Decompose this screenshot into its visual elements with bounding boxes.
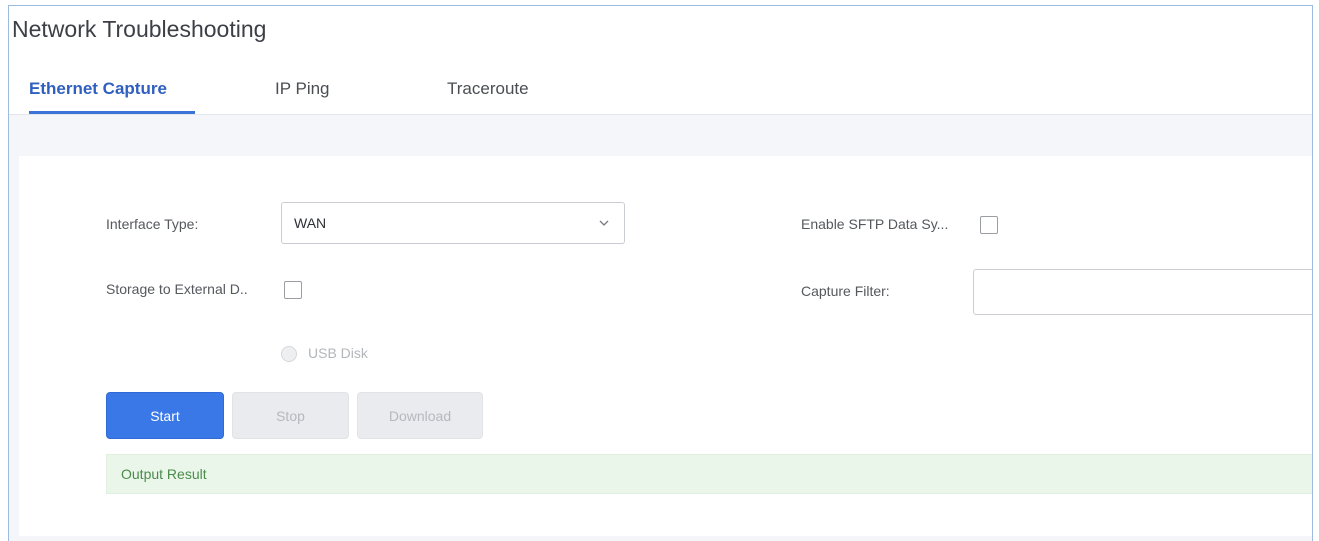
capture-filter-label: Capture Filter: bbox=[801, 283, 890, 299]
tab-ip-ping[interactable]: IP Ping bbox=[275, 79, 330, 99]
page-title: Network Troubleshooting bbox=[12, 16, 267, 42]
tab-traceroute[interactable]: Traceroute bbox=[447, 79, 529, 99]
output-result-label: Output Result bbox=[121, 466, 207, 482]
interface-type-select[interactable]: WAN bbox=[281, 202, 625, 244]
chevron-down-icon bbox=[599, 220, 609, 226]
stop-button[interactable]: Stop bbox=[232, 392, 349, 439]
tab-ethernet-capture[interactable]: Ethernet Capture bbox=[29, 79, 167, 99]
storage-external-label: Storage to External D.. bbox=[106, 281, 248, 297]
capture-filter-input[interactable] bbox=[973, 269, 1312, 315]
interface-type-value: WAN bbox=[294, 215, 327, 231]
active-tab-indicator bbox=[29, 111, 195, 114]
output-result-box: Output Result bbox=[106, 454, 1312, 494]
app-frame: Network Troubleshooting Ethernet Capture… bbox=[8, 5, 1313, 541]
interface-type-label: Interface Type: bbox=[106, 216, 199, 232]
storage-external-checkbox[interactable] bbox=[284, 281, 302, 299]
sftp-sync-checkbox[interactable] bbox=[980, 216, 998, 234]
page-header: Network Troubleshooting Ethernet Capture… bbox=[9, 6, 1312, 115]
capture-panel: Interface Type: WAN Storage to External … bbox=[19, 156, 1312, 536]
start-button[interactable]: Start bbox=[106, 392, 224, 439]
usb-disk-label: USB Disk bbox=[308, 345, 368, 361]
usb-disk-radio bbox=[281, 346, 297, 362]
download-button[interactable]: Download bbox=[357, 392, 483, 439]
sftp-sync-label: Enable SFTP Data Sy... bbox=[801, 216, 949, 232]
